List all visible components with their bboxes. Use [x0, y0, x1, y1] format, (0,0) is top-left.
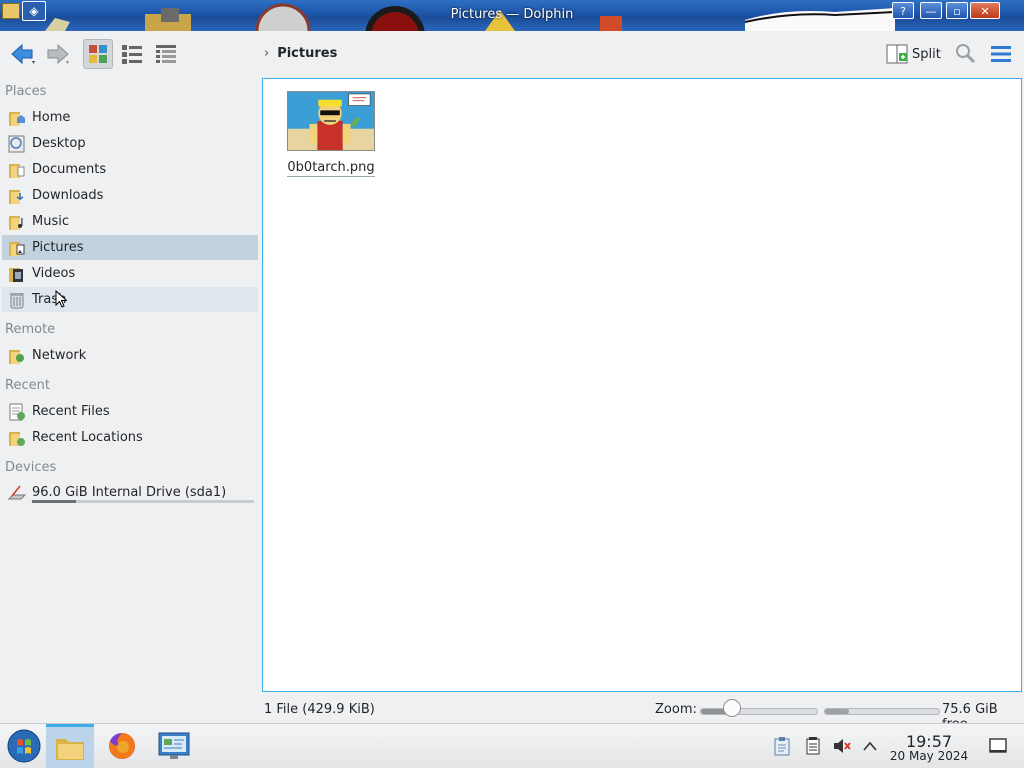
tray-notes[interactable]	[803, 736, 823, 756]
forward-button[interactable]	[42, 39, 72, 69]
search-icon	[956, 44, 976, 64]
minimize-button[interactable]: —	[920, 2, 942, 19]
mouse-pointer-icon	[55, 290, 67, 308]
tray-expand[interactable]	[860, 736, 880, 756]
view-details-icon	[156, 45, 176, 63]
music-folder-icon	[9, 215, 23, 230]
clipboard-icon	[774, 737, 790, 756]
main-toolbar: › Pictures Split	[0, 31, 1024, 78]
home-folder-icon	[9, 111, 25, 126]
search-button[interactable]	[955, 43, 977, 65]
places-panel: Places Home Desktop Documents Downloads …	[0, 78, 262, 693]
pictures-folder-icon	[9, 241, 25, 256]
breadcrumb-chevron-icon: ›	[264, 46, 270, 61]
sidebar-item-label: Pictures	[32, 240, 84, 255]
split-view-icon	[886, 44, 908, 64]
view-compact-icon	[122, 45, 142, 64]
chevron-up-icon	[863, 741, 877, 751]
recent-files-icon	[9, 403, 25, 420]
videos-folder-icon	[9, 267, 23, 282]
file-view[interactable]: 0b0tarch.png	[262, 78, 1022, 692]
section-header-remote: Remote	[5, 322, 56, 337]
drive-usage-fill	[32, 500, 77, 503]
hamburger-menu-button[interactable]	[990, 45, 1012, 63]
status-summary: 1 File (429.9 KiB)	[264, 702, 375, 717]
start-orb-icon	[7, 729, 41, 763]
sidebar-item-network[interactable]: Network	[2, 343, 258, 368]
sidebar-item-music[interactable]: Music	[2, 209, 258, 234]
icons-view-button[interactable]	[83, 39, 113, 69]
volume-muted-icon	[834, 739, 851, 753]
recent-locations-icon	[9, 431, 25, 446]
breadcrumb[interactable]: › Pictures	[264, 46, 337, 61]
file-name-label: 0b0tarch.png	[287, 160, 375, 177]
breadcrumb-current[interactable]: Pictures	[277, 46, 337, 61]
hamburger-menu-icon	[991, 46, 1011, 62]
sidebar-item-label: Documents	[32, 162, 107, 177]
sidebar-item-downloads[interactable]: Downloads	[2, 183, 258, 208]
split-label: Split	[912, 46, 941, 62]
tray-clipboard[interactable]	[772, 736, 792, 756]
window-title: Pictures — Dolphin	[450, 7, 574, 22]
sidebar-item-label: 96.0 GiB Internal Drive (sda1)	[32, 485, 227, 500]
split-button[interactable]: Split	[886, 42, 941, 66]
zoom-slider[interactable]	[700, 708, 818, 715]
image-thumbnail	[287, 91, 375, 151]
show-desktop-icon	[989, 738, 1007, 753]
arrow-left-icon	[11, 43, 35, 65]
drive-usage-bar	[32, 500, 254, 503]
sidebar-item-videos[interactable]: Videos	[2, 261, 258, 286]
sidebar-item-label: Music	[32, 214, 69, 229]
trash-icon	[10, 292, 24, 308]
maximize-button[interactable]: ▫	[946, 2, 968, 19]
taskbar-dolphin[interactable]	[46, 724, 94, 768]
details-view-button[interactable]	[151, 39, 181, 69]
taskbar: 19:57 20 May 2024	[0, 723, 1024, 768]
sidebar-item-label: Desktop	[32, 136, 86, 151]
free-space-bar	[824, 708, 940, 715]
sidebar-item-label: Recent Locations	[32, 430, 143, 445]
section-header-recent: Recent	[5, 378, 50, 393]
sidebar-item-desktop[interactable]: Desktop	[2, 131, 258, 156]
clock-date[interactable]: 20 May 2024	[880, 749, 978, 763]
system-settings-icon	[158, 732, 190, 759]
section-header-devices: Devices	[5, 460, 57, 475]
file-item[interactable]: 0b0tarch.png	[283, 89, 379, 177]
arrow-right-icon	[47, 43, 69, 65]
sidebar-item-label: Videos	[32, 266, 76, 281]
network-folder-icon	[9, 349, 24, 364]
section-header-places: Places	[5, 84, 47, 99]
sidebar-item-documents[interactable]: Documents	[2, 157, 258, 182]
firefox-icon	[109, 733, 135, 759]
notes-icon	[806, 737, 820, 755]
sidebar-item-label: Home	[32, 110, 71, 125]
taskbar-system-settings[interactable]	[150, 724, 198, 768]
folder-icon	[56, 738, 84, 760]
close-button[interactable]: ✕	[970, 2, 1000, 19]
sidebar-item-home[interactable]: Home	[2, 105, 258, 130]
show-desktop-button[interactable]	[988, 736, 1008, 756]
free-space-fill	[825, 709, 849, 714]
sidebar-item-trash[interactable]: Trash	[2, 287, 258, 312]
back-button[interactable]	[8, 39, 38, 69]
taskbar-firefox[interactable]	[98, 724, 146, 768]
downloads-folder-icon	[9, 189, 24, 204]
start-menu-button[interactable]	[0, 724, 48, 768]
hard-drive-icon	[8, 485, 26, 499]
status-bar: 1 File (429.9 KiB) Zoom: 75.6 GiB free	[0, 697, 1024, 732]
compact-view-button[interactable]	[117, 39, 147, 69]
sidebar-item-recent-locations[interactable]: Recent Locations	[2, 425, 258, 450]
sidebar-item-recent-files[interactable]: Recent Files	[2, 399, 258, 424]
help-button[interactable]: ?	[892, 2, 914, 19]
documents-folder-icon	[9, 163, 25, 178]
sidebar-item-label: Network	[32, 348, 87, 363]
sidebar-item-label: Downloads	[32, 188, 104, 203]
tray-volume[interactable]	[832, 736, 852, 756]
sidebar-item-label: Recent Files	[32, 404, 110, 419]
sidebar-item-pictures[interactable]: Pictures	[2, 235, 258, 260]
view-icons-icon	[89, 45, 107, 63]
zoom-label: Zoom:	[655, 702, 697, 717]
desktop-icon	[8, 135, 25, 152]
window-titlebar[interactable]: ◈ Pictures — Dolphin ? — ▫ ✕	[0, 0, 1024, 31]
